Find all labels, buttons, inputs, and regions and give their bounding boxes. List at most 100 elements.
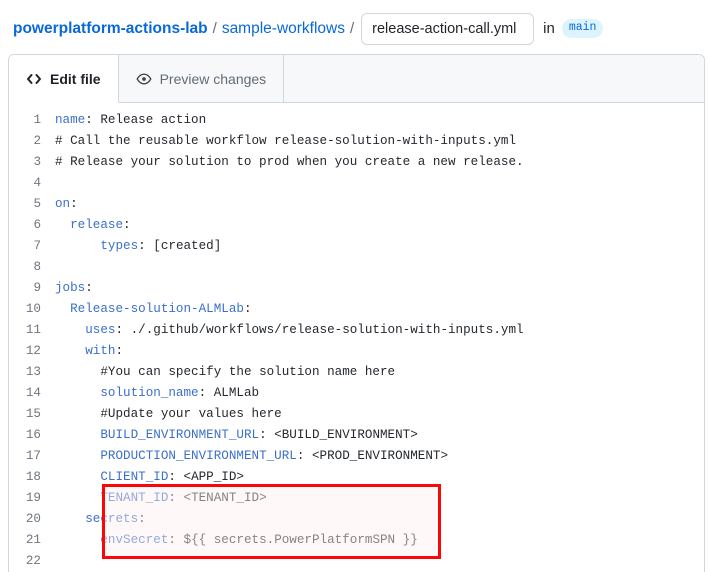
token-key: solution_name <box>100 386 198 400</box>
token-plain <box>55 491 100 505</box>
eye-icon <box>136 71 152 87</box>
token-plain <box>55 218 70 232</box>
code-line: 21 envSecret: ${{ secrets.PowerPlatformS… <box>9 530 704 551</box>
token-key: uses <box>85 323 115 337</box>
token-plain: : ALMLab <box>199 386 259 400</box>
line-number: 14 <box>9 383 55 404</box>
token-plain: : ${{ secrets.PowerPlatformSPN }} <box>168 533 417 547</box>
token-comment: # Release your solution to prod when you… <box>55 155 524 169</box>
tab-preview-changes-label: Preview changes <box>160 71 267 87</box>
line-number: 22 <box>9 551 55 572</box>
breadcrumb: powerplatform-actions-lab / sample-workf… <box>0 0 709 46</box>
token-comment: #Update your values here <box>100 407 281 421</box>
line-number: 8 <box>9 257 55 278</box>
token-plain <box>55 533 100 547</box>
breadcrumb-repo-link[interactable]: powerplatform-actions-lab <box>13 20 208 38</box>
filename-input[interactable] <box>361 13 534 45</box>
breadcrumb-separator-1: / <box>213 20 217 37</box>
token-key: Release-solution-ALMLab <box>70 302 244 316</box>
code-line: 19 TENANT_ID: <TENANT_ID> <box>9 488 704 509</box>
line-number: 17 <box>9 446 55 467</box>
token-plain <box>55 323 85 337</box>
token-plain <box>55 407 100 421</box>
token-plain: : <TENANT_ID> <box>168 491 266 505</box>
token-key: jobs <box>55 281 85 295</box>
token-plain: : <PROD_ENVIRONMENT> <box>297 449 448 463</box>
breadcrumb-folder-link[interactable]: sample-workflows <box>222 20 345 38</box>
token-plain <box>55 365 100 379</box>
line-content: envSecret: ${{ secrets.PowerPlatformSPN … <box>55 530 418 551</box>
code-icon <box>26 71 42 87</box>
token-plain <box>55 302 70 316</box>
token-plain: : <box>244 302 252 316</box>
line-content: PRODUCTION_ENVIRONMENT_URL: <PROD_ENVIRO… <box>55 446 448 467</box>
line-number: 2 <box>9 131 55 152</box>
line-content: types: [created] <box>55 236 221 257</box>
code-line: 15 #Update your values here <box>9 404 704 425</box>
line-content: # Call the reusable workflow release-sol… <box>55 131 516 152</box>
line-number: 12 <box>9 341 55 362</box>
line-number: 11 <box>9 320 55 341</box>
token-plain: : <box>85 281 93 295</box>
line-number: 13 <box>9 362 55 383</box>
token-plain <box>55 344 85 358</box>
token-comment: # Call the reusable workflow release-sol… <box>55 134 516 148</box>
line-content: name: Release action <box>55 110 206 131</box>
code-line: 3# Release your solution to prod when yo… <box>9 152 704 173</box>
token-comment: #You can specify the solution name here <box>100 365 395 379</box>
tab-preview-changes[interactable]: Preview changes <box>119 55 285 102</box>
token-key: secrets <box>85 512 138 526</box>
line-content: TENANT_ID: <TENANT_ID> <box>55 488 267 509</box>
code-line: 1name: Release action <box>9 110 704 131</box>
line-content: CLIENT_ID: <APP_ID> <box>55 467 244 488</box>
line-content: with: <box>55 341 123 362</box>
line-number: 9 <box>9 278 55 299</box>
line-number: 20 <box>9 509 55 530</box>
token-plain: : ./.github/workflows/release-solution-w… <box>115 323 523 337</box>
code-line: 6 release: <box>9 215 704 236</box>
line-number: 16 <box>9 425 55 446</box>
tab-edit-file[interactable]: Edit file <box>9 55 119 103</box>
line-number: 6 <box>9 215 55 236</box>
line-number: 21 <box>9 530 55 551</box>
code-line: 13 #You can specify the solution name he… <box>9 362 704 383</box>
token-plain <box>55 386 100 400</box>
editor-tabbar: Edit file Preview changes <box>9 55 704 103</box>
code-editor[interactable]: 1name: Release action2# Call the reusabl… <box>9 103 704 572</box>
token-key: TENANT_ID <box>100 491 168 505</box>
line-content: BUILD_ENVIRONMENT_URL: <BUILD_ENVIRONMEN… <box>55 425 418 446</box>
tab-edit-file-label: Edit file <box>50 71 101 87</box>
code-line: 16 BUILD_ENVIRONMENT_URL: <BUILD_ENVIRON… <box>9 425 704 446</box>
token-plain: : <box>115 344 123 358</box>
github-file-editor-page: powerplatform-actions-lab / sample-workf… <box>0 0 709 572</box>
line-content: solution_name: ALMLab <box>55 383 259 404</box>
line-content: #You can specify the solution name here <box>55 362 395 383</box>
line-number: 10 <box>9 299 55 320</box>
token-plain: : Release action <box>85 113 206 127</box>
code-line: 22 <box>9 551 704 572</box>
branch-badge: main <box>562 19 604 39</box>
line-content: secrets: <box>55 509 146 530</box>
token-plain <box>55 512 85 526</box>
token-plain <box>55 449 100 463</box>
token-plain <box>55 470 100 484</box>
code-line: 9jobs: <box>9 278 704 299</box>
file-editor-container: Edit file Preview changes 1name: Release… <box>8 54 705 572</box>
token-key: PRODUCTION_ENVIRONMENT_URL <box>100 449 297 463</box>
token-plain: : <box>123 218 131 232</box>
line-content: jobs: <box>55 278 93 299</box>
token-key: on <box>55 197 70 211</box>
line-content: release: <box>55 215 131 236</box>
line-content: on: <box>55 194 78 215</box>
token-key: types <box>100 239 138 253</box>
token-key: release <box>70 218 123 232</box>
token-key: BUILD_ENVIRONMENT_URL <box>100 428 259 442</box>
token-key: envSecret <box>100 533 168 547</box>
token-plain: : <box>138 512 146 526</box>
token-plain <box>55 428 100 442</box>
code-line: 18 CLIENT_ID: <APP_ID> <box>9 467 704 488</box>
line-number: 19 <box>9 488 55 509</box>
token-plain: : [created] <box>138 239 221 253</box>
line-number: 18 <box>9 467 55 488</box>
code-lines[interactable]: 1name: Release action2# Call the reusabl… <box>9 110 704 572</box>
